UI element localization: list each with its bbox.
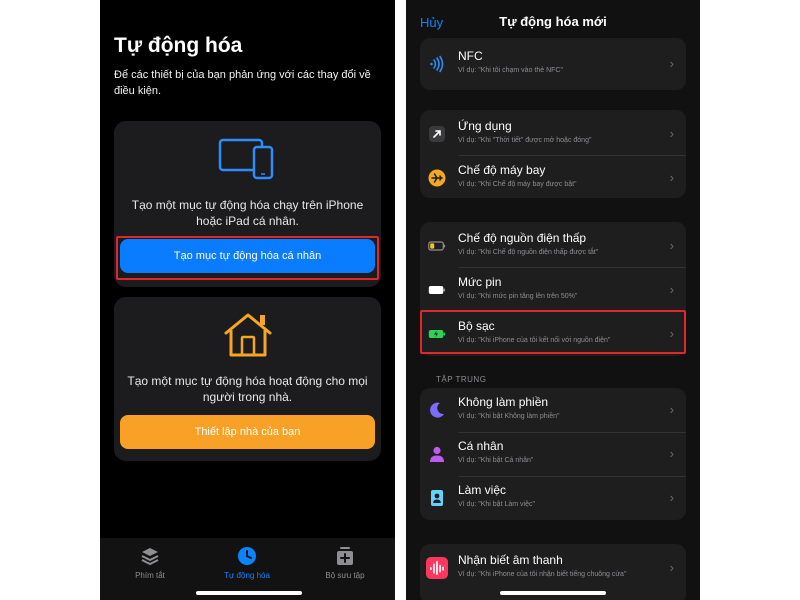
trigger-group: Ứng dụng Ví dụ: "Khi "Thời tiết" được mở… bbox=[420, 110, 686, 198]
low-battery-icon bbox=[428, 241, 446, 251]
trigger-example: Ví dụ: "Khi iPhone của tôi nhận biết tiế… bbox=[458, 571, 627, 578]
trigger-title: Cá nhân bbox=[458, 439, 504, 453]
tab-gallery[interactable]: Bộ sưu tập bbox=[305, 546, 385, 580]
page-subtitle: Để các thiết bị của bạn phản ứng với các… bbox=[114, 69, 371, 97]
chevron-right-icon: › bbox=[669, 56, 674, 71]
trigger-example: Ví dụ: "Khi "Thời tiết" được mở hoặc đón… bbox=[458, 137, 592, 144]
app-arrow-icon bbox=[429, 126, 445, 142]
chevron-right-icon: › bbox=[669, 170, 674, 185]
layers-icon bbox=[141, 548, 159, 566]
trigger-title: NFC bbox=[458, 49, 483, 63]
trigger-title: Nhận biết âm thanh bbox=[458, 553, 563, 567]
clock-icon bbox=[238, 547, 256, 565]
trigger-example: Ví dụ: "Khi mức pin tăng lên trên 50%" bbox=[458, 293, 578, 300]
trigger-group: NFC Ví dụ: "Khi tôi chạm vào thẻ NFC" › bbox=[420, 38, 686, 90]
trigger-example: Ví dụ: "Khi bật Làm việc" bbox=[458, 501, 535, 508]
highlight-frame bbox=[420, 310, 686, 354]
trigger-title: Ứng dụng bbox=[458, 119, 512, 133]
trigger-low-power-mode[interactable]: Chế độ nguồn điện thấp Ví dụ: "Khi Chế đ… bbox=[420, 224, 686, 268]
trigger-example: Ví dụ: "Khi tôi chạm vào thẻ NFC" bbox=[458, 67, 563, 74]
trigger-title: Chế độ nguồn điện thấp bbox=[458, 231, 587, 245]
chevron-right-icon: › bbox=[669, 490, 674, 505]
trigger-work[interactable]: Làm việc Ví dụ: "Khi bật Làm việc" › bbox=[420, 476, 686, 520]
tab-bar: Phím tắt Tự động hóa Bộ sưu tập bbox=[100, 538, 395, 600]
home-automation-card: Tạo một mục tự động hóa hoạt động cho mọ… bbox=[114, 297, 381, 461]
trigger-example: Ví dụ: "Khi bật Cá nhân" bbox=[458, 457, 534, 464]
highlight-frame bbox=[116, 236, 379, 280]
personal-card-text: Tạo một mục tự động hóa chạy trên iPhone… bbox=[131, 198, 364, 228]
person-icon bbox=[430, 446, 444, 462]
trigger-example: Ví dụ: "Khi bật Không làm phiền" bbox=[458, 413, 560, 420]
trigger-title: Làm việc bbox=[458, 483, 507, 497]
iphone-ipad-icon bbox=[218, 138, 273, 180]
setup-home-button[interactable]: Thiết lập nhà của bạn bbox=[120, 415, 375, 449]
trigger-app[interactable]: Ứng dụng Ví dụ: "Khi "Thời tiết" được mở… bbox=[420, 112, 686, 156]
trigger-group: Không làm phiền Ví dụ: "Khi bật Không là… bbox=[420, 388, 686, 520]
chevron-right-icon: › bbox=[669, 126, 674, 141]
tab-label: Tự động hóa bbox=[224, 571, 270, 580]
trigger-battery-level[interactable]: Mức pin Ví dụ: "Khi mức pin tăng lên trê… bbox=[420, 268, 686, 312]
tab-label: Phím tắt bbox=[135, 571, 165, 580]
trigger-example: Ví dụ: "Khi Chế độ máy bay được bật" bbox=[458, 181, 577, 188]
trigger-title: Không làm phiền bbox=[458, 395, 549, 409]
chevron-right-icon: › bbox=[669, 560, 674, 575]
page-title: Tự động hóa mới bbox=[499, 14, 607, 29]
chevron-right-icon: › bbox=[669, 282, 674, 297]
sound-wave-icon bbox=[426, 557, 448, 579]
chevron-right-icon: › bbox=[669, 446, 674, 461]
id-badge-icon bbox=[431, 490, 443, 506]
home-icon bbox=[224, 313, 271, 357]
home-indicator bbox=[196, 591, 302, 595]
gallery-add-icon bbox=[337, 547, 353, 565]
tab-shortcuts[interactable]: Phím tắt bbox=[110, 546, 190, 580]
trigger-airplane-mode[interactable]: Chế độ máy bay Ví dụ: "Khi Chế độ máy ba… bbox=[420, 156, 686, 198]
battery-level-icon bbox=[428, 286, 446, 294]
chevron-right-icon: › bbox=[669, 402, 674, 417]
chevron-right-icon: › bbox=[669, 238, 674, 253]
trigger-title: Chế độ máy bay bbox=[458, 163, 546, 177]
trigger-nfc[interactable]: NFC Ví dụ: "Khi tôi chạm vào thẻ NFC" › bbox=[420, 42, 686, 86]
trigger-sound-recognition[interactable]: Nhận biết âm thanh Ví dụ: "Khi iPhone củ… bbox=[420, 546, 686, 590]
airplane-icon bbox=[428, 169, 446, 187]
page-title: Tự động hóa bbox=[114, 34, 243, 57]
home-indicator bbox=[500, 591, 606, 595]
home-card-text: Tạo một mục tự động hóa hoạt động cho mọ… bbox=[127, 374, 368, 404]
automation-screen: Tự động hóa Để các thiết bị của bạn phản… bbox=[100, 0, 395, 600]
moon-icon bbox=[430, 402, 444, 418]
trigger-personal[interactable]: Cá nhân Ví dụ: "Khi bật Cá nhân" › bbox=[420, 432, 686, 476]
trigger-example: Ví dụ: "Khi Chế độ nguồn điện thấp được … bbox=[458, 249, 599, 256]
new-automation-screen: Hủy Tự động hóa mới NFC Ví dụ: "Khi tôi … bbox=[406, 0, 700, 600]
trigger-do-not-disturb[interactable]: Không làm phiền Ví dụ: "Khi bật Không là… bbox=[420, 388, 686, 432]
tab-automation[interactable]: Tự động hóa bbox=[207, 546, 287, 580]
trigger-title: Mức pin bbox=[458, 275, 502, 289]
tab-label: Bộ sưu tập bbox=[325, 571, 365, 580]
section-header-focus: TẬP TRUNG bbox=[436, 375, 487, 384]
nfc-icon bbox=[430, 55, 444, 73]
